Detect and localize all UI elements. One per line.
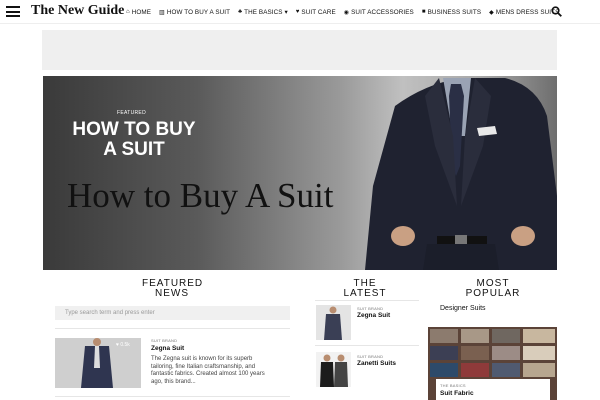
- nav-item-the-basics[interactable]: ♣ THE BASICS ▾: [238, 9, 288, 16]
- search-icon[interactable]: [551, 6, 562, 17]
- hero-banner[interactable]: FEATURED HOW TO BUY A SUIT How to Buy A …: [43, 76, 557, 270]
- hero-title[interactable]: HOW TO BUY A SUIT: [69, 120, 199, 160]
- post-excerpt: The Zegna suit is known for its superb t…: [151, 356, 265, 385]
- bank-icon: ▥: [159, 9, 165, 16]
- post-title[interactable]: Suit Fabric: [440, 390, 474, 397]
- diamond-icon: ◆: [489, 9, 494, 16]
- main-nav: ⌂ HOME ▥ HOW TO BUY A SUIT ♣ THE BASICS ▾ ♥…: [126, 0, 567, 24]
- post-title[interactable]: Zanetti Suits: [357, 360, 396, 367]
- likes-count: ♥ 0.5k: [116, 342, 130, 348]
- briefcase-icon: ■: [421, 9, 426, 15]
- top-bar: The New Guide ⌂ HOME ▥ HOW TO BUY A SUIT ♣…: [0, 0, 600, 24]
- popular-top-title[interactable]: Designer Suits: [440, 305, 486, 312]
- suit-image: [316, 352, 351, 387]
- hero-script-title: How to Buy A Suit: [67, 176, 334, 215]
- nav-item-suit-care[interactable]: ♥ SUIT CARE: [296, 9, 336, 16]
- chevron-down-icon: ▾: [284, 8, 288, 16]
- featured-badge: FEATURED: [117, 110, 146, 116]
- divider: [55, 396, 290, 397]
- latest-thumbnail[interactable]: [316, 305, 351, 340]
- search-input[interactable]: Type search term and press enter: [55, 306, 290, 320]
- latest-heading: THE LATEST: [343, 278, 387, 299]
- nav-item-suit-accessories[interactable]: ◉ SUIT ACCESSORIES: [344, 9, 414, 16]
- post-title[interactable]: Zegna Suit: [357, 312, 390, 319]
- ad-banner: [42, 30, 557, 70]
- post-title[interactable]: Zegna Suit: [151, 345, 184, 352]
- home-icon: ⌂: [126, 9, 130, 15]
- site-logo[interactable]: The New Guide: [31, 3, 124, 19]
- latest-thumbnail[interactable]: [316, 352, 351, 387]
- featured-news-heading: FEATURED NEWS: [142, 278, 204, 299]
- nav-item-mens-dress-suits[interactable]: ◆ MENS DRESS SUITS: [489, 9, 559, 16]
- popular-heading: MOST POPULAR: [465, 278, 521, 299]
- divider: [315, 345, 419, 346]
- divider: [315, 300, 419, 301]
- nav-item-business-suits[interactable]: ■ BUSINESS SUITS: [422, 9, 481, 16]
- nav-item-how-to-buy[interactable]: ▥ HOW TO BUY A SUIT: [159, 9, 230, 16]
- divider: [55, 328, 290, 329]
- nav-item-home[interactable]: ⌂ HOME: [126, 9, 151, 16]
- suit-image: [316, 305, 351, 340]
- heart-icon: ♥: [295, 9, 300, 15]
- menu-icon[interactable]: [6, 6, 20, 17]
- eye-icon: ◉: [343, 9, 350, 16]
- post-category[interactable]: SUIT BRAND: [357, 354, 383, 359]
- post-category[interactable]: SUIT BRAND: [151, 338, 177, 343]
- sitemap-icon: ♣: [238, 9, 243, 15]
- post-category[interactable]: THE BASICS: [440, 383, 466, 388]
- post-category[interactable]: SUIT BRAND: [357, 306, 383, 311]
- hero-suit-image: [365, 78, 557, 270]
